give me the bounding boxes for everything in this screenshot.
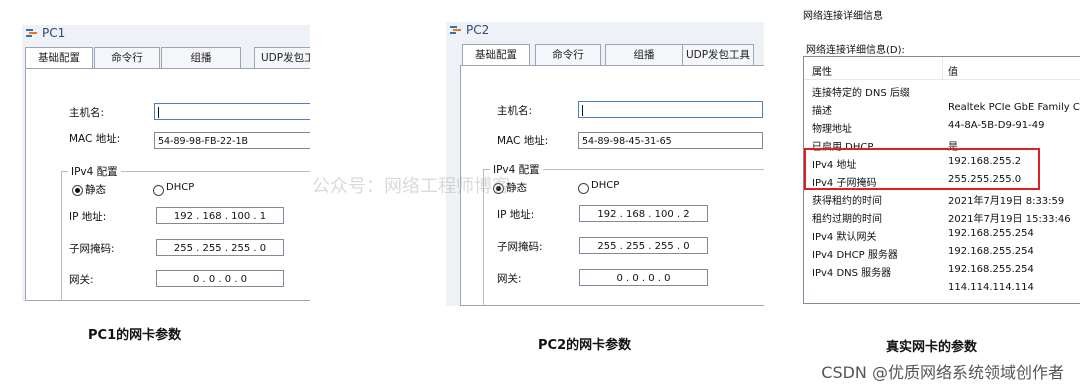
list-item[interactable]: 物理地址 44-8A-5B-D9-91-49 (804, 117, 1080, 135)
list-header: 属性 值 (804, 57, 1080, 80)
mac-label: MAC 地址: (497, 135, 549, 147)
pc2-caption: PC2的网卡参数 (538, 338, 632, 353)
property-value: Realtek PCIe GbE Family C (948, 102, 1080, 113)
watermark-text: 公众号：网络工程师博客 (312, 176, 510, 197)
ipv4-group-title: IPv4 配置 (68, 164, 121, 179)
static-label: 静态 (85, 184, 106, 196)
pc-app-icon (26, 29, 37, 37)
pc1-title: PC1 (42, 26, 66, 40)
ip-input[interactable]: 192 . 168 . 100 . 1 (156, 207, 284, 224)
gateway-label: 网关: (69, 274, 94, 286)
hostname-label: 主机名: (69, 107, 105, 119)
tab-multicast[interactable]: 组播 (605, 44, 683, 66)
details-list-label: 网络连接详细信息(D): (806, 45, 905, 56)
property-value: 2021年7月19日 8:33:59 (948, 196, 1065, 207)
mask-input[interactable]: 255 . 255 . 255 . 0 (579, 237, 708, 254)
pc-app-icon (450, 26, 461, 34)
tab-basic-config[interactable]: 基础配置 (462, 44, 530, 66)
list-item[interactable]: 获得租约的时间 2021年7月19日 8:33:59 (804, 189, 1080, 207)
pc1-caption: PC1的网卡参数 (88, 328, 182, 343)
property-name: 描述 (812, 106, 832, 117)
real-nic-caption: 真实网卡的参数 (886, 340, 978, 355)
property-name: 租约过期的时间 (812, 214, 882, 225)
property-name: IPv4 DNS 服务器 (812, 268, 892, 279)
hostname-input[interactable] (154, 103, 310, 120)
tab-command-line[interactable]: 命令行 (535, 44, 601, 66)
hostname-label: 主机名: (497, 105, 533, 117)
list-item[interactable]: 连接特定的 DNS 后缀 (804, 81, 1080, 99)
csdn-footer: CSDN @优质网络系统领域创作者 (821, 363, 1064, 382)
tab-command-line[interactable]: 命令行 (94, 47, 160, 69)
property-name: 获得租约的时间 (812, 196, 882, 207)
highlight-box (804, 148, 1040, 190)
static-radio[interactable] (72, 185, 83, 196)
list-item[interactable]: 租约过期的时间 2021年7月19日 15:33:46 (804, 207, 1080, 225)
gateway-label: 网关: (497, 273, 522, 285)
hostname-input[interactable] (578, 101, 763, 118)
text-caret (158, 106, 159, 118)
dhcp-label: DHCP (591, 180, 620, 191)
list-item[interactable]: 描述 Realtek PCIe GbE Family C (804, 99, 1080, 117)
tab-multicast[interactable]: 组播 (161, 47, 241, 69)
details-dialog-title: 网络连接详细信息 (803, 11, 883, 22)
property-value: 192.168.255.254 (948, 246, 1034, 257)
ip-input[interactable]: 192 . 168 . 100 . 2 (579, 205, 708, 222)
mask-input[interactable]: 255 . 255 . 255 . 0 (156, 239, 284, 256)
property-value: 44-8A-5B-D9-91-49 (948, 120, 1045, 131)
pc2-titlebar: PC2 (446, 22, 764, 38)
list-item[interactable]: IPv4 DNS 服务器 192.168.255.254 (804, 261, 1080, 279)
dhcp-radio[interactable] (578, 183, 589, 194)
mac-label: MAC 地址: (69, 133, 121, 145)
property-name: 连接特定的 DNS 后缀 (812, 88, 910, 99)
column-header-property[interactable]: 属性 (812, 63, 832, 78)
ip-label: IP 地址: (69, 211, 107, 223)
text-caret (582, 104, 583, 116)
pc1-titlebar: PC1 (22, 25, 310, 41)
property-value: 2021年7月19日 15:33:46 (948, 214, 1071, 225)
tab-udp-tool[interactable]: UDP发包工具 (682, 44, 754, 66)
tab-basic-config[interactable]: 基础配置 (25, 47, 93, 69)
mask-label: 子网掩码: (497, 241, 543, 253)
property-value: 114.114.114.114 (948, 282, 1034, 293)
column-header-value[interactable]: 值 (948, 63, 958, 78)
dhcp-label: DHCP (166, 182, 195, 193)
property-value: 192.168.255.254 (948, 228, 1034, 239)
property-name: IPv4 默认网关 (812, 232, 877, 243)
gateway-input[interactable]: 0 . 0 . 0 . 0 (579, 269, 708, 286)
mask-label: 子网掩码: (69, 243, 115, 255)
gateway-input[interactable]: 0 . 0 . 0 . 0 (156, 270, 284, 287)
pc2-title: PC2 (466, 23, 490, 37)
pc2-window: PC2 基础配置 命令行 组播 UDP发包工具 主机名: MAC 地址: 54-… (446, 22, 764, 306)
list-item[interactable]: IPv4 默认网关 192.168.255.254 (804, 225, 1080, 243)
pc1-config-panel: 主机名: MAC 地址: 54-89-98-FB-22-1B IPv4 配置 静… (25, 68, 310, 301)
ip-label: IP 地址: (497, 209, 535, 221)
list-item[interactable]: 114.114.114.114 (804, 279, 1080, 297)
mac-input[interactable]: 54-89-98-45-31-65 (578, 132, 763, 149)
dhcp-radio[interactable] (153, 185, 164, 196)
property-value: 192.168.255.254 (948, 264, 1034, 275)
column-divider[interactable] (942, 57, 943, 79)
property-name: 物理地址 (812, 124, 852, 135)
pc1-window: PC1 基础配置 命令行 组播 UDP发包工具 主机名: MAC 地址: 54-… (22, 25, 310, 301)
tab-udp-tool[interactable]: UDP发包工具 (254, 47, 310, 69)
list-item[interactable]: IPv4 DHCP 服务器 192.168.255.254 (804, 243, 1080, 261)
property-name: IPv4 DHCP 服务器 (812, 250, 898, 261)
mac-input[interactable]: 54-89-98-FB-22-1B (154, 132, 310, 149)
